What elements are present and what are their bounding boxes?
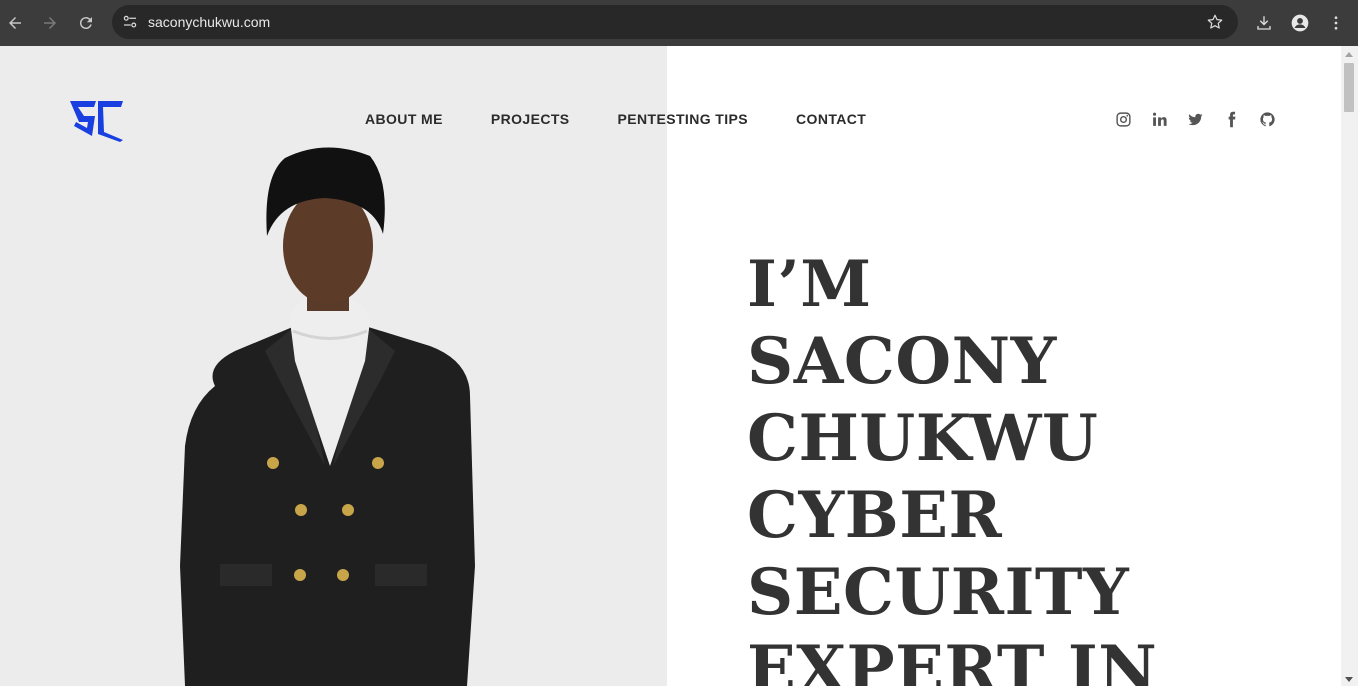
browser-toolbar: saconychukwu.com	[0, 0, 1358, 46]
headline-line: CHUKWU	[747, 401, 1099, 476]
bookmark-star-icon[interactable]	[1206, 13, 1224, 31]
portrait-photo	[180, 147, 475, 686]
scroll-up-arrow-icon[interactable]	[1345, 52, 1353, 57]
linkedin-icon[interactable]	[1150, 110, 1168, 128]
kebab-menu-icon[interactable]	[1324, 11, 1348, 35]
back-icon[interactable]	[3, 11, 27, 35]
headline-line: SECURITY	[747, 555, 1130, 630]
nav-about-me[interactable]: ABOUT ME	[365, 111, 443, 127]
site-logo[interactable]	[68, 98, 124, 142]
reload-icon[interactable]	[74, 11, 98, 35]
nav-pentesting-tips[interactable]: PENTESTING TIPS	[618, 111, 748, 127]
address-bar[interactable]: saconychukwu.com	[112, 5, 1238, 39]
twitter-icon[interactable]	[1186, 110, 1204, 128]
nav-contact[interactable]: CONTACT	[796, 111, 866, 127]
url-text: saconychukwu.com	[148, 14, 271, 30]
headline-line: CYBER	[747, 478, 1003, 553]
headline-line: EXPERT IN	[747, 632, 1158, 686]
download-icon[interactable]	[1252, 11, 1276, 35]
social-links	[1114, 110, 1276, 128]
page-viewport: ABOUT ME PROJECTS PENTESTING TIPS CONTAC…	[0, 46, 1341, 686]
forward-icon[interactable]	[38, 11, 62, 35]
facebook-icon[interactable]	[1222, 110, 1240, 128]
profile-avatar-icon[interactable]	[1288, 11, 1312, 35]
nav-projects[interactable]: PROJECTS	[491, 111, 570, 127]
main-nav: ABOUT ME PROJECTS PENTESTING TIPS CONTAC…	[365, 111, 866, 127]
headline-line: SACONY	[747, 324, 1057, 399]
hero-headline: I’M SACONY CHUKWU CYBER SECURITY EXPERT …	[747, 246, 1157, 686]
github-icon[interactable]	[1258, 110, 1276, 128]
page-scrollbar[interactable]	[1341, 46, 1358, 686]
instagram-icon[interactable]	[1114, 110, 1132, 128]
site-settings-icon[interactable]	[121, 13, 139, 31]
scrollbar-thumb[interactable]	[1344, 63, 1354, 112]
headline-line: I’M	[747, 247, 872, 322]
scroll-down-arrow-icon[interactable]	[1345, 677, 1353, 682]
